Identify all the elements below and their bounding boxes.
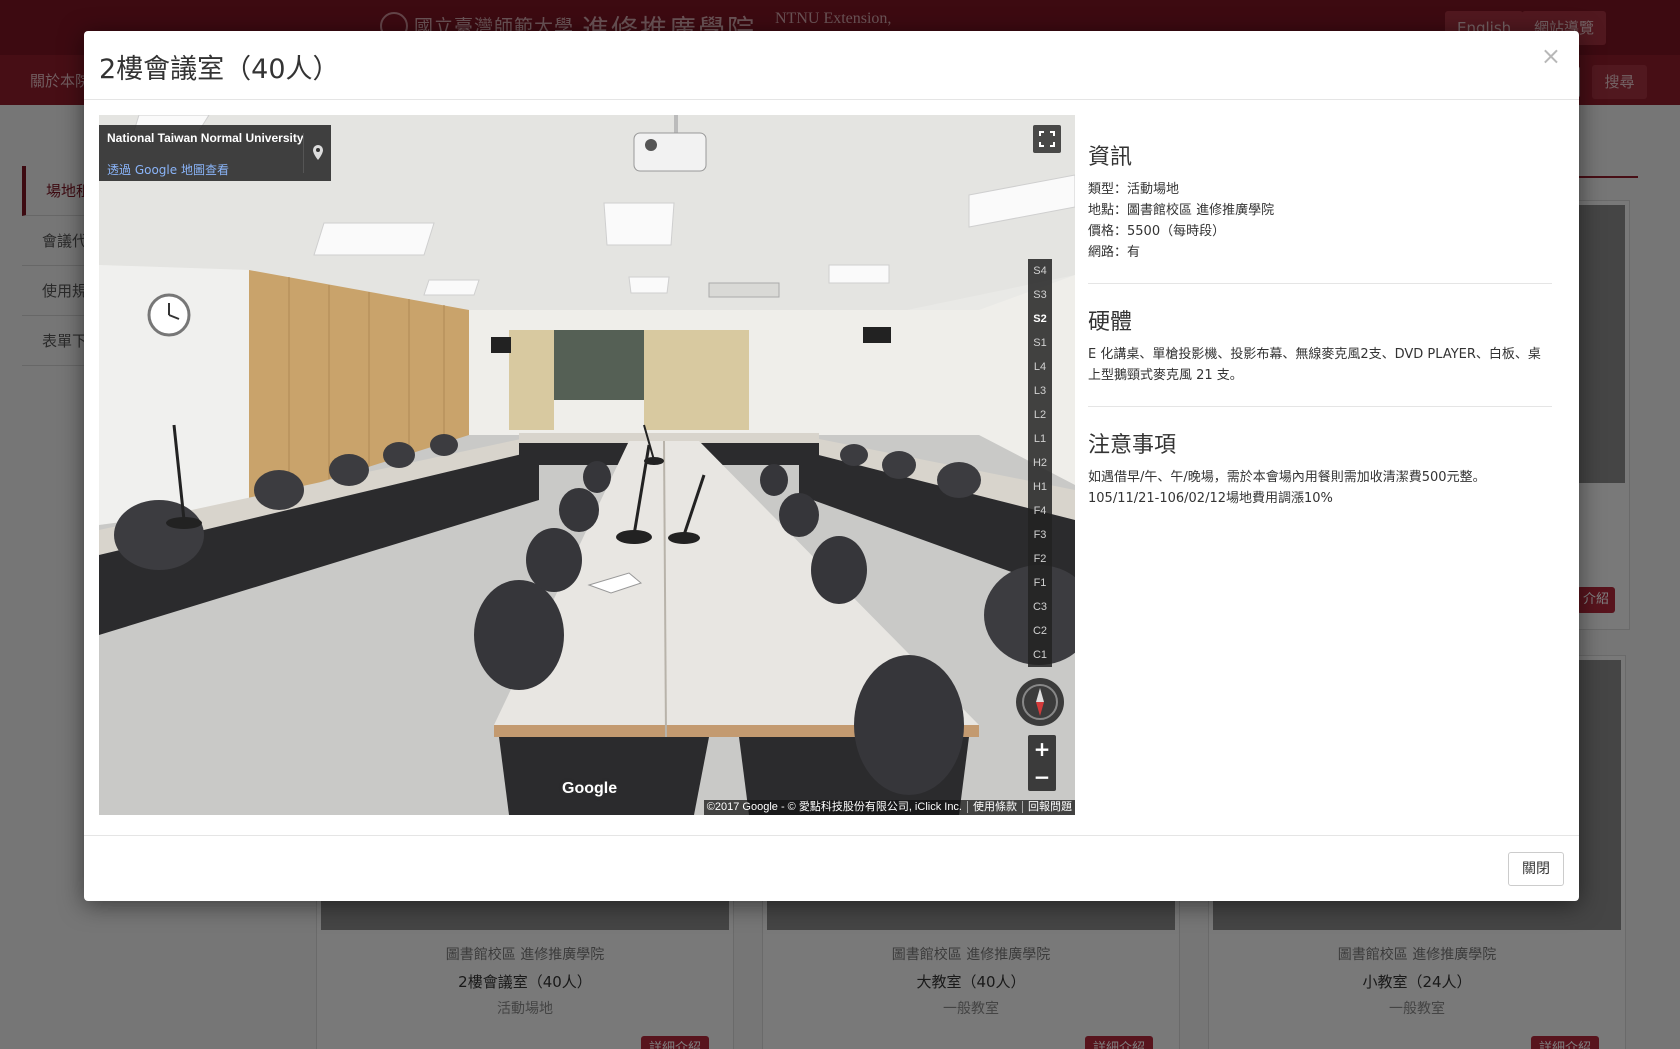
report-problem-link[interactable]: 回報問題 bbox=[1022, 801, 1072, 813]
copyright-text: ©2017 Google - © 愛點科技股份有限公司, iClick Inc. bbox=[706, 801, 962, 813]
venue-type: 類型：活動場地 bbox=[1088, 182, 1180, 197]
conference-room-photo bbox=[99, 115, 1075, 815]
hardware-list: E 化講桌、單槍投影機、投影布幕、無線麥克風2支、DVD PLAYER、白板、桌… bbox=[1088, 347, 1541, 383]
modal-header: 2樓會議室（40人） × bbox=[84, 31, 1579, 100]
venue-price: 價格：5500（每時段） bbox=[1088, 224, 1226, 239]
floor-button[interactable]: H1 bbox=[1028, 475, 1052, 499]
floor-button[interactable]: H2 bbox=[1028, 451, 1052, 475]
view-in-google-maps-link[interactable]: 透過 Google 地圖查看 bbox=[107, 161, 229, 178]
floor-button[interactable]: C2 bbox=[1028, 619, 1052, 643]
venue-network: 網路：有 bbox=[1088, 245, 1141, 260]
terms-link[interactable]: 使用條款 bbox=[967, 801, 1017, 813]
zoom-control: + − bbox=[1028, 735, 1056, 791]
street-view-panorama[interactable]: National Taiwan Normal University 透過 Goo… bbox=[99, 115, 1075, 815]
fullscreen-icon[interactable] bbox=[1033, 125, 1061, 153]
floor-button[interactable]: L4 bbox=[1028, 355, 1052, 379]
floor-button[interactable]: F2 bbox=[1028, 547, 1052, 571]
divider bbox=[1088, 283, 1552, 284]
floor-button[interactable]: S4 bbox=[1028, 259, 1052, 283]
floor-button[interactable]: L2 bbox=[1028, 403, 1052, 427]
floor-selector: S4 S3 S2 S1 L4 L3 L2 L1 H2 H1 F4 F3 F2 F1 C3 C2 C1 bbox=[1028, 259, 1052, 667]
info-section-title: 資訊 bbox=[1088, 145, 1133, 170]
venue-modal: 2樓會議室（40人） × National Taiwan Normal Univ… bbox=[84, 31, 1579, 901]
map-pin-icon[interactable] bbox=[303, 133, 331, 173]
google-logo: Google bbox=[562, 780, 618, 797]
notes-section-title: 注意事項 bbox=[1088, 433, 1177, 458]
street-view-info-box: National Taiwan Normal University 透過 Goo… bbox=[99, 125, 331, 181]
zoom-in-button[interactable]: + bbox=[1028, 735, 1056, 763]
floor-button[interactable]: L3 bbox=[1028, 379, 1052, 403]
floor-button[interactable]: C3 bbox=[1028, 595, 1052, 619]
floor-button[interactable]: S3 bbox=[1028, 283, 1052, 307]
close-icon[interactable]: × bbox=[1541, 42, 1561, 70]
zoom-out-button[interactable]: − bbox=[1028, 763, 1056, 791]
hardware-section-title: 硬體 bbox=[1088, 310, 1133, 335]
note-price-increase: 105/11/21-106/02/12場地費用調漲10% bbox=[1088, 491, 1333, 506]
floor-button[interactable]: F1 bbox=[1028, 571, 1052, 595]
venue-info-panel: 資訊 類型：活動場地 地點：圖書館校區 進修推廣學院 價格：5500（每時段） … bbox=[1088, 139, 1552, 509]
modal-title: 2樓會議室（40人） bbox=[99, 54, 340, 85]
floor-button[interactable]: S2 bbox=[1028, 307, 1052, 331]
close-button[interactable]: 關閉 bbox=[1508, 852, 1564, 886]
compass-icon[interactable] bbox=[1016, 678, 1064, 726]
floor-button[interactable]: F4 bbox=[1028, 499, 1052, 523]
note-meal-fee: 如遇借早/午、午/晚場，需於本會場內用餐則需加收清潔費500元整。 bbox=[1088, 470, 1486, 485]
floor-button[interactable]: L1 bbox=[1028, 427, 1052, 451]
floor-button[interactable]: S1 bbox=[1028, 331, 1052, 355]
floor-button[interactable]: C1 bbox=[1028, 643, 1052, 667]
map-attribution: ©2017 Google - © 愛點科技股份有限公司, iClick Inc.… bbox=[703, 800, 1075, 815]
place-name: National Taiwan Normal University bbox=[107, 131, 304, 145]
modal-footer: 關閉 bbox=[84, 835, 1579, 901]
venue-location: 地點：圖書館校區 進修推廣學院 bbox=[1088, 203, 1275, 218]
divider bbox=[1088, 406, 1552, 407]
floor-button[interactable]: F3 bbox=[1028, 523, 1052, 547]
